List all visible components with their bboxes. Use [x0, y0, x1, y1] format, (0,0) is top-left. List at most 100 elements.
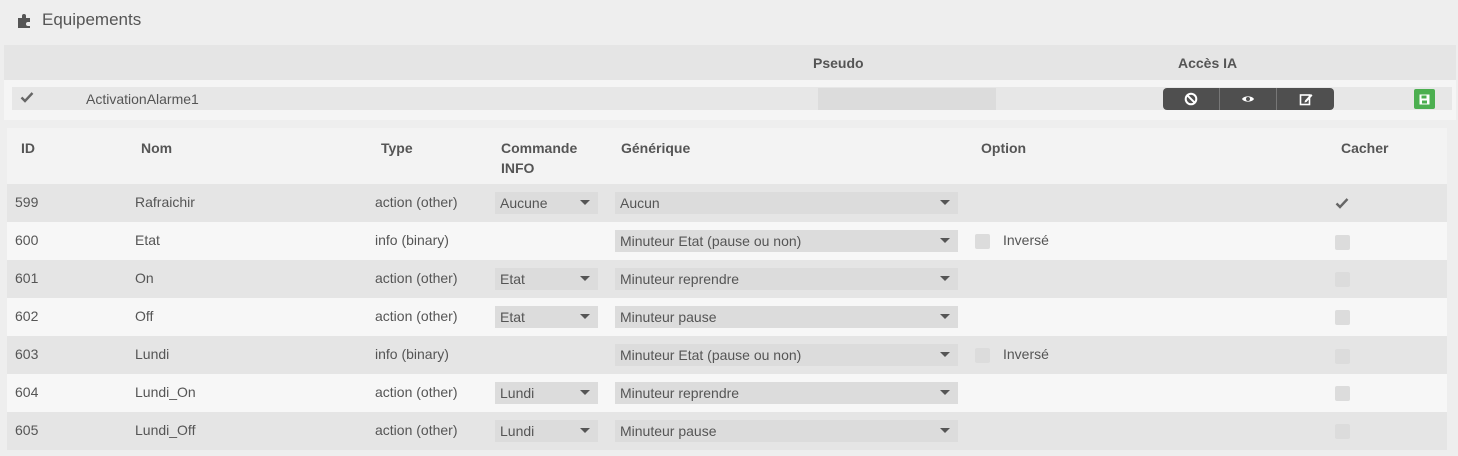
generique-select[interactable]: Minuteur pause — [615, 420, 958, 442]
generique-select[interactable]: Aucun — [615, 192, 958, 214]
equipment-checkbox[interactable] — [20, 90, 34, 104]
cell-nom: Off — [135, 308, 154, 324]
chevron-down-icon — [580, 428, 590, 433]
cacher-checkbox[interactable] — [1335, 272, 1350, 287]
cell-id: 603 — [15, 346, 39, 362]
cell-type: info (binary) — [375, 346, 449, 362]
cell-id: 602 — [15, 308, 39, 324]
generique-select-value: Aucun — [620, 195, 660, 211]
header-id: ID — [21, 140, 35, 156]
cell-type: action (other) — [375, 308, 458, 324]
info-select[interactable]: Etat — [495, 306, 598, 328]
generique-select[interactable]: Minuteur reprendre — [615, 382, 958, 404]
cacher-checkbox[interactable] — [1335, 386, 1350, 401]
inverse-label: Inversé — [1003, 346, 1049, 362]
header-nom: Nom — [141, 140, 173, 156]
cell-id: 604 — [15, 384, 39, 400]
info-select[interactable]: Lundi — [495, 420, 598, 442]
chevron-down-icon — [940, 276, 950, 281]
cacher-checkbox[interactable] — [1335, 424, 1350, 439]
generique-select-value: Minuteur reprendre — [620, 271, 740, 287]
table-row: 604 Lundi_On action (other) Lundi Minute… — [7, 374, 1447, 412]
info-select[interactable]: Etat — [495, 268, 598, 290]
view-button[interactable] — [1220, 88, 1277, 110]
eye-icon — [1242, 96, 1254, 102]
edit-icon — [1299, 94, 1312, 106]
table-row: 602 Off action (other) Etat Minuteur pau… — [7, 298, 1447, 336]
cell-id: 600 — [15, 232, 39, 248]
cell-id: 605 — [15, 422, 39, 438]
chevron-down-icon — [940, 428, 950, 433]
info-select-value: Lundi — [500, 423, 535, 439]
chevron-down-icon — [580, 276, 590, 281]
cell-nom: Lundi_Off — [135, 422, 196, 438]
header-type: Type — [381, 140, 413, 156]
generique-select[interactable]: Minuteur Etat (pause ou non) — [615, 344, 958, 366]
inverse-label: Inversé — [1003, 232, 1049, 248]
info-select[interactable]: Aucune — [495, 192, 598, 214]
chevron-down-icon — [580, 390, 590, 395]
header-commande: Commande — [501, 140, 578, 156]
table-row: 600 Etat info (binary) Minuteur Etat (pa… — [7, 222, 1447, 260]
chevron-down-icon — [940, 390, 950, 395]
generique-select-value: Minuteur pause — [620, 309, 717, 325]
inverse-checkbox[interactable] — [975, 234, 990, 249]
chevron-down-icon — [940, 200, 950, 205]
cell-type: action (other) — [375, 422, 458, 438]
info-select-value: Etat — [500, 309, 525, 325]
cell-type: action (other) — [375, 194, 458, 210]
table-row: 603 Lundi info (binary) Minuteur Etat (p… — [7, 336, 1447, 374]
page-title-text: Equipements — [42, 10, 142, 29]
chevron-down-icon — [940, 314, 950, 319]
save-button[interactable] — [1414, 89, 1435, 109]
cacher-checkbox[interactable] — [1335, 196, 1349, 210]
acces-ia-header: Accès IA — [1178, 55, 1238, 71]
equipment-header: Pseudo Accès IA — [4, 45, 1456, 80]
info-select-value: Lundi — [500, 385, 535, 401]
commands-table: ID Nom Type Commande INFO Générique Opti… — [7, 128, 1447, 450]
cacher-checkbox[interactable] — [1335, 235, 1350, 250]
info-select-value: Etat — [500, 271, 525, 287]
cacher-checkbox[interactable] — [1335, 310, 1350, 325]
generique-select-value: Minuteur reprendre — [620, 385, 740, 401]
puzzle-icon — [18, 14, 30, 28]
table-row: 599 Rafraichir action (other) Aucune Auc… — [7, 184, 1447, 222]
equipment-name: ActivationAlarme1 — [86, 91, 199, 107]
info-select-value: Aucune — [500, 195, 548, 211]
generique-select-value: Minuteur Etat (pause ou non) — [620, 233, 802, 249]
acces-ia-button-group — [1163, 88, 1334, 110]
cell-type: action (other) — [375, 384, 458, 400]
info-select[interactable]: Lundi — [495, 382, 598, 404]
generique-select[interactable]: Minuteur Etat (pause ou non) — [615, 230, 958, 252]
cacher-checkbox[interactable] — [1335, 349, 1350, 364]
page-title: Equipements — [16, 10, 141, 30]
header-info: INFO — [501, 160, 535, 176]
equipment-row: ActivationAlarme1 — [4, 80, 1456, 120]
cell-type: action (other) — [375, 270, 458, 286]
commands-header: ID Nom Type Commande INFO Générique Opti… — [7, 128, 1447, 184]
chevron-down-icon — [940, 352, 950, 357]
header-cacher: Cacher — [1341, 140, 1389, 156]
table-row: 605 Lundi_Off action (other) Lundi Minut… — [7, 412, 1447, 450]
cell-nom: Lundi_On — [135, 384, 196, 400]
table-row: 601 On action (other) Etat Minuteur repr… — [7, 260, 1447, 298]
disable-button[interactable] — [1163, 88, 1220, 110]
save-icon — [1419, 94, 1430, 104]
generique-select[interactable]: Minuteur reprendre — [615, 268, 958, 290]
chevron-down-icon — [580, 200, 590, 205]
cell-nom: On — [135, 270, 154, 286]
chevron-down-icon — [580, 314, 590, 319]
inverse-checkbox[interactable] — [975, 348, 990, 363]
cell-nom: Lundi — [135, 346, 170, 362]
cell-id: 601 — [15, 270, 39, 286]
generique-select-value: Minuteur Etat (pause ou non) — [620, 347, 802, 363]
header-option: Option — [981, 140, 1027, 156]
cell-nom: Rafraichir — [135, 194, 195, 210]
cell-type: info (binary) — [375, 232, 449, 248]
pseudo-input[interactable] — [818, 88, 996, 110]
ban-icon — [1184, 92, 1198, 106]
cell-nom: Etat — [135, 232, 160, 248]
generique-select[interactable]: Minuteur pause — [615, 306, 958, 328]
chevron-down-icon — [940, 238, 950, 243]
edit-button[interactable] — [1277, 88, 1334, 110]
